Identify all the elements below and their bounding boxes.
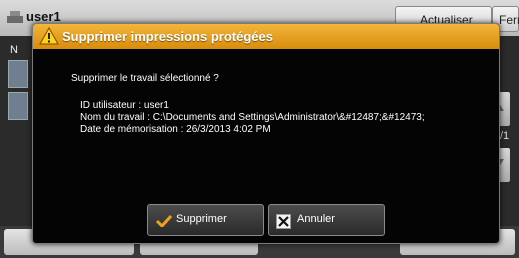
background-user-name: user1 [26,9,61,24]
dialog-header: Supprimer impressions protégées [33,24,499,49]
user-icon [7,11,23,23]
page-indicator: /1 [500,130,510,142]
background-side-label: N [10,44,18,56]
user-id-line: ID utilisateur : user1 [80,100,169,111]
warning-icon [39,27,59,45]
x-mark-icon [278,216,289,227]
delete-label: Supprimer [176,213,227,225]
job-info: ID utilisateur : user1 Nom du travail : … [80,100,425,136]
delete-button[interactable]: Supprimer [147,204,264,236]
check-icon [156,215,172,227]
delete-confirm-dialog: Supprimer impressions protégées Supprime… [32,23,500,244]
cancel-button[interactable]: Annuler [268,204,385,236]
x-icon [276,214,291,229]
job-name-line: Nom du travail : C:\Documents and Settin… [80,112,425,123]
background-side-box [8,60,28,88]
close-label: Fermer [499,13,519,27]
cancel-label: Annuler [297,213,335,225]
confirm-question: Supprimer le travail sélectionné ? [71,73,219,84]
dialog-title: Supprimer impressions protégées [62,29,273,44]
background-side-box [8,92,28,120]
date-line: Date de mémorisation : 26/3/2013 4:02 PM [80,124,271,135]
